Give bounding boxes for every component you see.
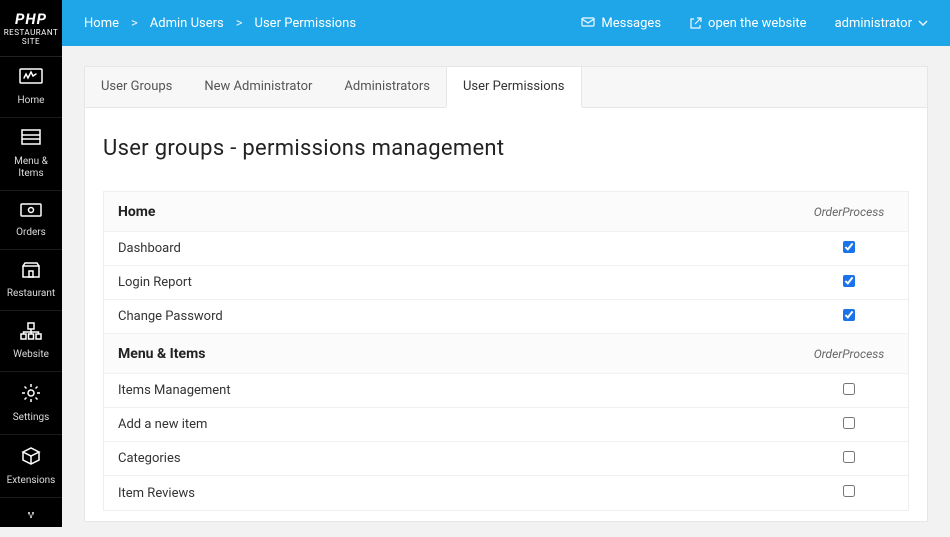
brand-logo[interactable]: PHP RESTAURANT SITE: [0, 0, 62, 57]
menu-items-icon: [20, 128, 42, 152]
page-title: User groups - permissions management: [103, 136, 909, 161]
section-header-home: Home OrderProcess: [104, 192, 908, 232]
open-website-link[interactable]: open the website: [689, 16, 807, 31]
group-label: OrderProcess: [804, 347, 894, 361]
section-header-menu-items: Menu & Items OrderProcess: [104, 334, 908, 374]
permission-row: Item Reviews: [104, 476, 908, 510]
permission-label: Add a new item: [118, 417, 804, 432]
permission-row: Login Report: [104, 266, 908, 300]
breadcrumb-home[interactable]: Home: [84, 16, 119, 31]
sidebar-item-label: Extensions: [7, 475, 56, 487]
sidebar-item-label: Menu & Items: [2, 156, 60, 180]
breadcrumb-user-permissions[interactable]: User Permissions: [255, 16, 357, 31]
messages-link[interactable]: Messages: [581, 16, 661, 31]
sidebar-item-more[interactable]: [0, 498, 62, 537]
permission-checkbox-login-report[interactable]: [843, 275, 855, 287]
sidebar-item-orders[interactable]: Orders: [0, 191, 62, 250]
sidebar-item-label: Restaurant: [7, 288, 55, 300]
permission-row: Change Password: [104, 300, 908, 334]
permission-row: Dashboard: [104, 232, 908, 266]
breadcrumb-sep: >: [236, 16, 243, 31]
permission-checkbox-categories[interactable]: [843, 451, 855, 463]
tab-new-administrator[interactable]: New Administrator: [188, 67, 328, 107]
permission-label: Login Report: [118, 275, 804, 290]
website-icon: [19, 321, 43, 345]
sidebar: PHP RESTAURANT SITE Home Menu & Items: [0, 0, 62, 527]
restaurant-icon: [20, 260, 42, 284]
permission-row: Categories: [104, 442, 908, 476]
chevron-down-icon: [918, 20, 928, 26]
orders-icon: [19, 201, 43, 223]
topbar: Home > Admin Users > User Permissions Me…: [62, 0, 950, 46]
permissions-table: Home OrderProcess Dashboard Login Report: [103, 191, 909, 511]
home-icon: [18, 67, 44, 91]
sidebar-item-label: Settings: [13, 412, 50, 424]
permission-label: Items Management: [118, 383, 804, 398]
brand-line2: RESTAURANT SITE: [2, 28, 60, 46]
sidebar-item-settings[interactable]: Settings: [0, 372, 62, 435]
permission-row: Items Management: [104, 374, 908, 408]
permission-label: Categories: [118, 451, 804, 466]
sidebar-item-label: Orders: [16, 227, 46, 239]
tab-user-groups[interactable]: User Groups: [85, 67, 188, 107]
tab-user-permissions[interactable]: User Permissions: [446, 67, 582, 108]
permission-row: Add a new item: [104, 408, 908, 442]
sidebar-item-website[interactable]: Website: [0, 311, 62, 372]
external-link-icon: [689, 17, 702, 30]
permission-checkbox-change-password[interactable]: [843, 309, 855, 321]
brand-line1: PHP: [2, 10, 60, 28]
permission-checkbox-dashboard[interactable]: [843, 241, 855, 253]
breadcrumb: Home > Admin Users > User Permissions: [84, 16, 356, 31]
box-icon: [20, 445, 42, 471]
permission-checkbox-items-management[interactable]: [843, 383, 855, 395]
permission-checkbox-add-new-item[interactable]: [843, 417, 855, 429]
breadcrumb-admin-users[interactable]: Admin Users: [150, 16, 224, 31]
breadcrumb-sep: >: [131, 16, 138, 31]
tab-administrators[interactable]: Administrators: [328, 67, 446, 107]
sidebar-item-extensions[interactable]: Extensions: [0, 435, 62, 498]
tabs: User Groups New Administrator Administra…: [85, 67, 927, 108]
branch-icon: [21, 508, 41, 523]
group-label: OrderProcess: [804, 205, 894, 219]
permission-label: Dashboard: [118, 241, 804, 256]
sidebar-item-restaurant[interactable]: Restaurant: [0, 250, 62, 311]
user-menu[interactable]: administrator: [835, 16, 928, 31]
permission-label: Item Reviews: [118, 486, 804, 501]
message-icon: [581, 17, 595, 29]
gear-icon: [20, 382, 42, 408]
sidebar-item-label: Home: [18, 95, 45, 107]
sidebar-item-home[interactable]: Home: [0, 57, 62, 118]
sidebar-item-label: Website: [13, 349, 49, 361]
permission-label: Change Password: [118, 309, 804, 324]
sidebar-item-menu-items[interactable]: Menu & Items: [0, 118, 62, 191]
main-card: User Groups New Administrator Administra…: [84, 66, 928, 522]
permission-checkbox-item-reviews[interactable]: [843, 485, 855, 497]
